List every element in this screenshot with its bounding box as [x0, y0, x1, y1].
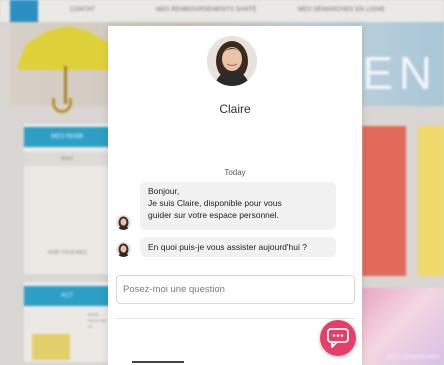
yellow-tile[interactable]: [418, 126, 444, 276]
message-input[interactable]: [123, 276, 343, 303]
agent-avatar: [207, 36, 257, 86]
nav-item-online-procedures[interactable]: MES DÉMARCHES EN LIGNE: [298, 7, 385, 13]
view-all-link[interactable]: VOIR TOUS MES: [24, 250, 110, 256]
red-tile[interactable]: [362, 126, 406, 276]
news-panel: ACT BÉNÉ PROV EN DI: [24, 282, 110, 362]
umbrella-hook: [52, 98, 72, 113]
agent-name: Claire: [219, 102, 251, 116]
footer-bar: [132, 361, 184, 363]
chat-launcher-button[interactable]: [320, 320, 356, 356]
input-divider: [116, 318, 355, 319]
site-logo: [10, 0, 38, 22]
message-line: guider sur votre espace personnel.: [148, 210, 279, 220]
news-thumbnail: [32, 334, 70, 360]
nav-item-contact[interactable]: CONTAT: [70, 7, 95, 13]
agent-mini-avatar: [116, 215, 131, 230]
online-procedures-tile-label: MES DÉMARCHES: [386, 355, 440, 361]
top-navigation: CONTAT MES REMBOURSEMENTS SANTÉ MES DÉMA…: [0, 0, 444, 23]
message-line: En quoi puis-je vous assister aujourd'hu…: [148, 242, 307, 252]
message-input-container: [116, 275, 355, 304]
reimbursements-panel-subtitle: Retro: [24, 152, 110, 166]
nav-item-reimbursements[interactable]: MES REMBOURSEMENTS SANTÉ: [156, 7, 257, 13]
chat-window: Claire Today Bonjour, Je suis Claire, di…: [108, 26, 362, 365]
agent-message: Bonjour, Je suis Claire, disponible pour…: [140, 182, 336, 230]
conversation-date: Today: [224, 168, 246, 177]
reimbursements-panel: MES REMB Retro VOIR TOUS MES: [24, 124, 110, 274]
agent-message: En quoi puis-je vous assister aujourd'hu…: [140, 237, 336, 257]
news-panel-title[interactable]: ACT: [24, 286, 110, 306]
agent-mini-avatar: [116, 242, 131, 257]
umbrella-illustration: [16, 26, 120, 70]
online-procedures-tile[interactable]: MES DÉMARCHES: [362, 288, 444, 365]
message-line: Je suis Claire, disponible pour vous: [148, 198, 282, 208]
news-panel-text: BÉNÉ PROV EN DI: [88, 312, 107, 329]
message-line: Bonjour,: [148, 186, 180, 196]
reimbursements-panel-title[interactable]: MES REMB: [24, 127, 110, 147]
